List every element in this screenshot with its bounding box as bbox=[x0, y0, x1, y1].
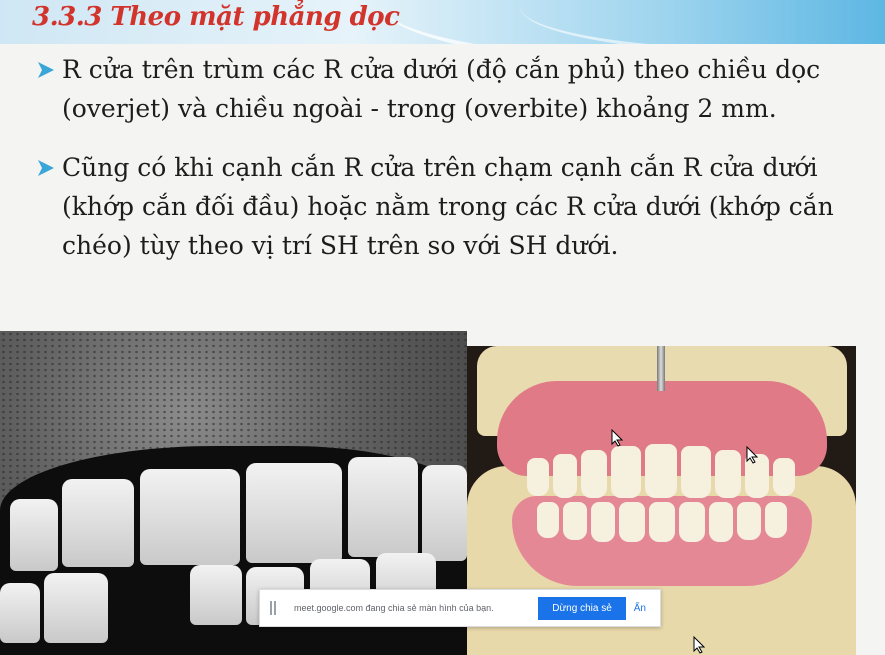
mouse-cursor-icon bbox=[611, 429, 623, 447]
bullet-text: R cửa trên trùm các R cửa dưới (độ cắn p… bbox=[62, 55, 821, 123]
bullet-item: R cửa trên trùm các R cửa dưới (độ cắn p… bbox=[36, 50, 866, 128]
arrow-bullet-icon bbox=[38, 160, 54, 176]
mouse-cursor-icon bbox=[693, 636, 705, 654]
hide-banner-link[interactable]: Ẩn bbox=[634, 603, 646, 614]
share-message: meet.google.com đang chia sẻ màn hình củ… bbox=[294, 603, 494, 613]
bullet-text: Cũng có khi cạnh cắn R cửa trên chạm cạn… bbox=[62, 153, 834, 260]
slide-title: 3.3.3 Theo mặt phẳng dọc bbox=[32, 2, 400, 32]
stop-sharing-button[interactable]: Dừng chia sẻ bbox=[538, 596, 626, 620]
drag-handle-icon[interactable] bbox=[270, 601, 276, 615]
screen-share-banner: meet.google.com đang chia sẻ màn hình củ… bbox=[259, 589, 661, 627]
arrow-bullet-icon bbox=[38, 62, 54, 78]
mouse-cursor-icon bbox=[746, 446, 758, 464]
bullet-item: Cũng có khi cạnh cắn R cửa trên chạm cạn… bbox=[36, 148, 866, 265]
bullet-list: R cửa trên trùm các R cửa dưới (độ cắn p… bbox=[36, 50, 866, 265]
